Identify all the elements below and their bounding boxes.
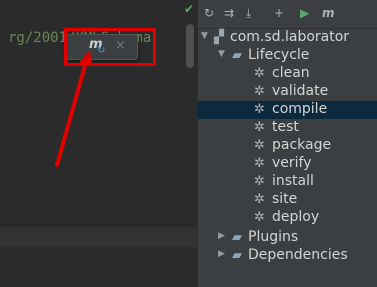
goal-label: package — [272, 137, 332, 153]
goal-label: clean — [272, 65, 310, 81]
dependencies-label: Dependencies — [248, 247, 348, 263]
tree-item-goal[interactable]: ✲ deploy — [198, 209, 377, 227]
folder-icon: ▰ — [232, 230, 242, 245]
tree-item-goal[interactable]: ✲ install — [198, 173, 377, 191]
goal-label: deploy — [272, 209, 320, 225]
download-icon[interactable]: ⤓ — [246, 6, 251, 21]
maven-project-icon: ▞ — [214, 30, 224, 45]
gear-icon: ✲ — [254, 102, 265, 117]
tree-item-plugins[interactable]: ▶ ▰ Plugins — [198, 229, 377, 247]
gear-icon: ✲ — [254, 156, 265, 171]
goal-label: test — [272, 119, 299, 135]
tree-item-goal[interactable]: ✲ package — [198, 137, 377, 155]
lifecycle-label: Lifecycle — [248, 47, 310, 63]
maven-toolbar: ↻ ⇉ ⤓ + ▶ m — [198, 0, 377, 29]
goal-label: compile — [272, 101, 328, 117]
tree-item-goal-selected[interactable]: ✲ compile — [198, 101, 377, 119]
goal-label: install — [272, 173, 314, 189]
gear-icon: ✲ — [254, 66, 265, 81]
dependencies-icon: ▰ — [232, 248, 242, 263]
tree-item-dependencies[interactable]: ▶ ▰ Dependencies — [198, 247, 377, 265]
gear-icon: ✲ — [254, 210, 265, 225]
tree-item-goal[interactable]: ✲ test — [198, 119, 377, 137]
plugins-label: Plugins — [248, 229, 299, 245]
folder-icon: ▰ — [232, 48, 242, 63]
expand-arrow-icon[interactable]: ▼ — [201, 31, 208, 41]
project-label: com.sd.laborator — [230, 29, 350, 45]
maven-icon[interactable]: m — [322, 6, 335, 20]
add-icon[interactable]: + — [274, 6, 284, 20]
reimport-icon[interactable]: ⇉ — [224, 6, 234, 20]
tree-item-goal[interactable]: ✲ clean — [198, 65, 377, 83]
refresh-icon[interactable]: ↻ — [204, 6, 214, 20]
gear-icon: ✲ — [254, 192, 265, 207]
goal-label: verify — [272, 155, 312, 171]
goal-label: site — [272, 191, 298, 207]
tree-item-goal[interactable]: ✲ validate — [198, 83, 377, 101]
gear-icon: ✲ — [254, 174, 265, 189]
tree-item-goal[interactable]: ✲ site — [198, 191, 377, 209]
tree-item-lifecycle[interactable]: ▼ ▰ Lifecycle — [198, 47, 377, 65]
expand-arrow-icon[interactable]: ▼ — [218, 49, 225, 59]
tree-item-goal[interactable]: ✲ verify — [198, 155, 377, 173]
goal-label: validate — [272, 83, 329, 99]
collapse-arrow-icon[interactable]: ▶ — [218, 231, 225, 241]
gear-icon: ✲ — [254, 84, 265, 99]
gear-icon: ✲ — [254, 120, 265, 135]
tree-item-project[interactable]: ▼ ▞ com.sd.laborator — [198, 29, 377, 47]
gear-icon: ✲ — [254, 138, 265, 153]
maven-tool-window: ↻ ⇉ ⤓ + ▶ m ▼ ▞ com.sd.laborator ▼ ▰ Lif… — [198, 0, 377, 287]
run-icon[interactable]: ▶ — [300, 6, 309, 20]
collapse-arrow-icon[interactable]: ▶ — [218, 249, 225, 259]
